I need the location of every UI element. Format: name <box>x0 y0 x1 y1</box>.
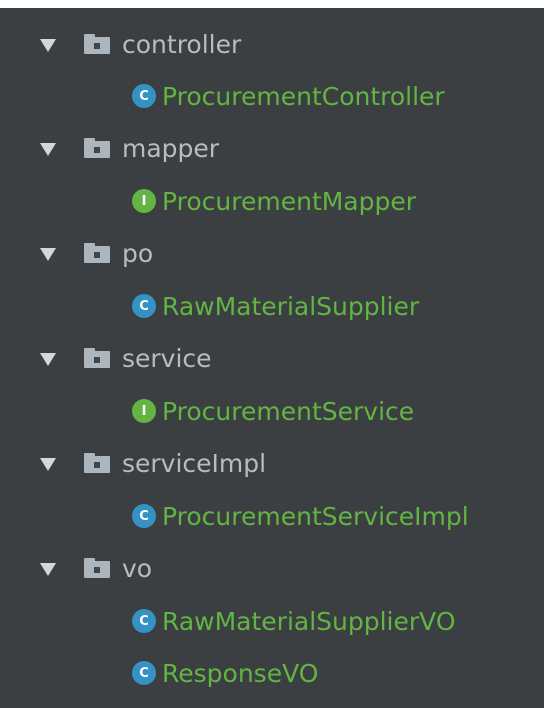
interface-label: ProcurementService <box>162 396 415 426</box>
class-label: RawMaterialSupplierVO <box>162 606 456 636</box>
class-label: ProcurementServiceImpl <box>162 501 469 531</box>
interface-icon: I <box>132 189 156 213</box>
expand-arrow-icon[interactable] <box>40 562 56 576</box>
tree-folder-service[interactable]: service <box>0 331 544 385</box>
folder-icon <box>84 558 110 578</box>
folder-label: serviceImpl <box>122 448 267 478</box>
tree-class-response-vo[interactable]: C ResponseVO <box>0 646 544 700</box>
class-icon: C <box>132 609 156 633</box>
tree-folder-po[interactable]: po <box>0 226 544 280</box>
folder-label: po <box>122 238 154 268</box>
class-icon: C <box>132 294 156 318</box>
tree-class-procurement-controller[interactable]: C ProcurementController <box>0 69 544 123</box>
class-label: ResponseVO <box>162 658 319 688</box>
class-label: RawMaterialSupplier <box>162 291 420 321</box>
folder-label: controller <box>122 29 242 59</box>
folder-label: vo <box>122 553 153 583</box>
tree-folder-mapper[interactable]: mapper <box>0 121 544 175</box>
folder-icon <box>84 34 110 54</box>
folder-icon <box>84 348 110 368</box>
tree-folder-controller[interactable]: controller <box>0 17 544 71</box>
interface-label: ProcurementMapper <box>162 186 417 216</box>
folder-label: mapper <box>122 133 220 163</box>
expand-arrow-icon[interactable] <box>40 38 56 52</box>
tree-folder-serviceimpl[interactable]: serviceImpl <box>0 436 544 490</box>
expand-arrow-icon[interactable] <box>40 247 56 261</box>
tree-class-raw-material-supplier[interactable]: C RawMaterialSupplier <box>0 279 544 333</box>
tree-class-raw-material-supplier-vo[interactable]: C RawMaterialSupplierVO <box>0 594 544 648</box>
expand-arrow-icon[interactable] <box>40 352 56 366</box>
class-icon: C <box>132 661 156 685</box>
expand-arrow-icon[interactable] <box>40 142 56 156</box>
class-icon: C <box>132 504 156 528</box>
project-tree: controller C ProcurementController mappe… <box>0 0 544 708</box>
folder-label: service <box>122 343 212 373</box>
folder-icon <box>84 243 110 263</box>
folder-icon <box>84 138 110 158</box>
tree-class-procurement-service-impl[interactable]: C ProcurementServiceImpl <box>0 489 544 543</box>
expand-arrow-icon[interactable] <box>40 457 56 471</box>
tree-interface-procurement-service[interactable]: I ProcurementService <box>0 384 544 438</box>
folder-icon <box>84 453 110 473</box>
tree-folder-vo[interactable]: vo <box>0 541 544 595</box>
class-label: ProcurementController <box>162 81 445 111</box>
class-icon: C <box>132 84 156 108</box>
interface-icon: I <box>132 399 156 423</box>
top-edge <box>0 0 544 8</box>
tree-interface-procurement-mapper[interactable]: I ProcurementMapper <box>0 174 544 228</box>
